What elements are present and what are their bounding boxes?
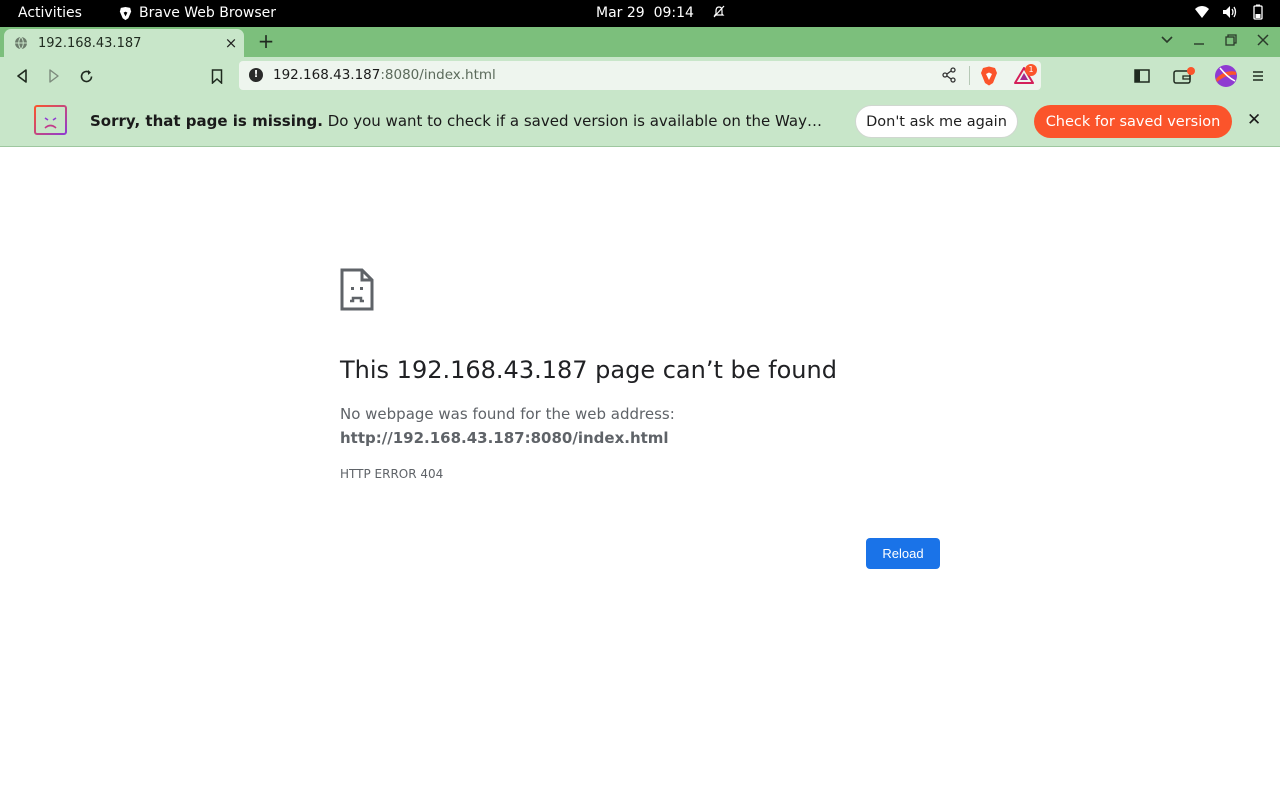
tab-active[interactable]: 192.168.43.187 × (4, 29, 244, 57)
error-code: HTTP ERROR 404 (340, 467, 444, 481)
date-label: Mar 29 (596, 5, 645, 21)
share-icon[interactable] (941, 67, 957, 83)
sidebar-icon[interactable] (1132, 66, 1152, 86)
url-path: :8080/index.html (380, 67, 496, 83)
bookmark-icon[interactable] (207, 66, 227, 86)
battery-icon (1253, 4, 1263, 20)
plus-icon[interactable]: + (256, 30, 276, 54)
activities-button[interactable]: Activities (18, 5, 82, 21)
url-host: 192.168.43.187 (273, 67, 381, 83)
url-text[interactable]: 192.168.43.187:8080/index.html (273, 67, 496, 83)
tab-strip: 192.168.43.187 × + (0, 27, 1280, 57)
app-menu[interactable]: Brave Web Browser (118, 5, 276, 21)
rewards-badge: 1 (1025, 64, 1037, 76)
dont-ask-again-button[interactable]: Don't ask me again (855, 105, 1018, 138)
infobar-message-text: Do you want to check if a saved version … (327, 112, 830, 130)
check-saved-version-button[interactable]: Check for saved version (1034, 105, 1232, 138)
omnibox-divider (969, 66, 970, 85)
brave-lion-icon (119, 6, 132, 20)
system-top-bar: Activities Brave Web Browser Mar 29 09:1… (0, 0, 1280, 27)
back-icon[interactable] (12, 66, 32, 86)
sad-page-icon (34, 105, 67, 135)
sad-document-icon (340, 268, 374, 311)
time-label: 09:14 (653, 5, 694, 21)
profile-avatar-icon[interactable] (1214, 64, 1238, 88)
restore-icon[interactable] (1224, 31, 1238, 49)
app-name: Brave Web Browser (139, 5, 276, 21)
forward-icon[interactable] (44, 66, 64, 86)
system-tray[interactable] (1194, 4, 1266, 20)
window-controls (1160, 31, 1270, 49)
bell-muted-icon (713, 5, 725, 18)
info-icon[interactable]: ! (249, 68, 263, 82)
reload-icon[interactable] (76, 66, 96, 86)
close-icon[interactable]: × (220, 34, 242, 52)
error-title: This 192.168.43.187 page can’t be found (340, 356, 837, 384)
brave-shields-icon[interactable] (980, 66, 998, 86)
clock[interactable]: Mar 29 09:14 (596, 5, 726, 21)
infobar-close-icon[interactable]: ✕ (1247, 110, 1261, 130)
wifi-icon (1195, 6, 1209, 18)
globe-icon (15, 36, 27, 50)
toolbar: ! 192.168.43.187:8080/index.html 1 (0, 57, 1280, 95)
close-window-icon[interactable] (1256, 31, 1270, 49)
infobar-message-bold: Sorry, that page is missing. (90, 112, 323, 130)
tab-title: 192.168.43.187 (38, 35, 142, 51)
address-bar[interactable]: ! 192.168.43.187:8080/index.html 1 (239, 61, 1041, 90)
minimize-icon[interactable] (1192, 31, 1206, 49)
menu-icon[interactable] (1248, 66, 1268, 86)
error-description: No webpage was found for the web address… (340, 405, 675, 423)
infobar-message: Sorry, that page is missing. Do you want… (90, 112, 830, 130)
wallet-icon[interactable] (1172, 66, 1196, 86)
error-url: http://192.168.43.187:8080/index.html (340, 429, 669, 447)
chevron-down-icon[interactable] (1160, 31, 1174, 49)
reload-button[interactable]: Reload (866, 538, 940, 569)
volume-icon (1223, 6, 1237, 18)
wayback-infobar: Sorry, that page is missing. Do you want… (0, 95, 1280, 147)
